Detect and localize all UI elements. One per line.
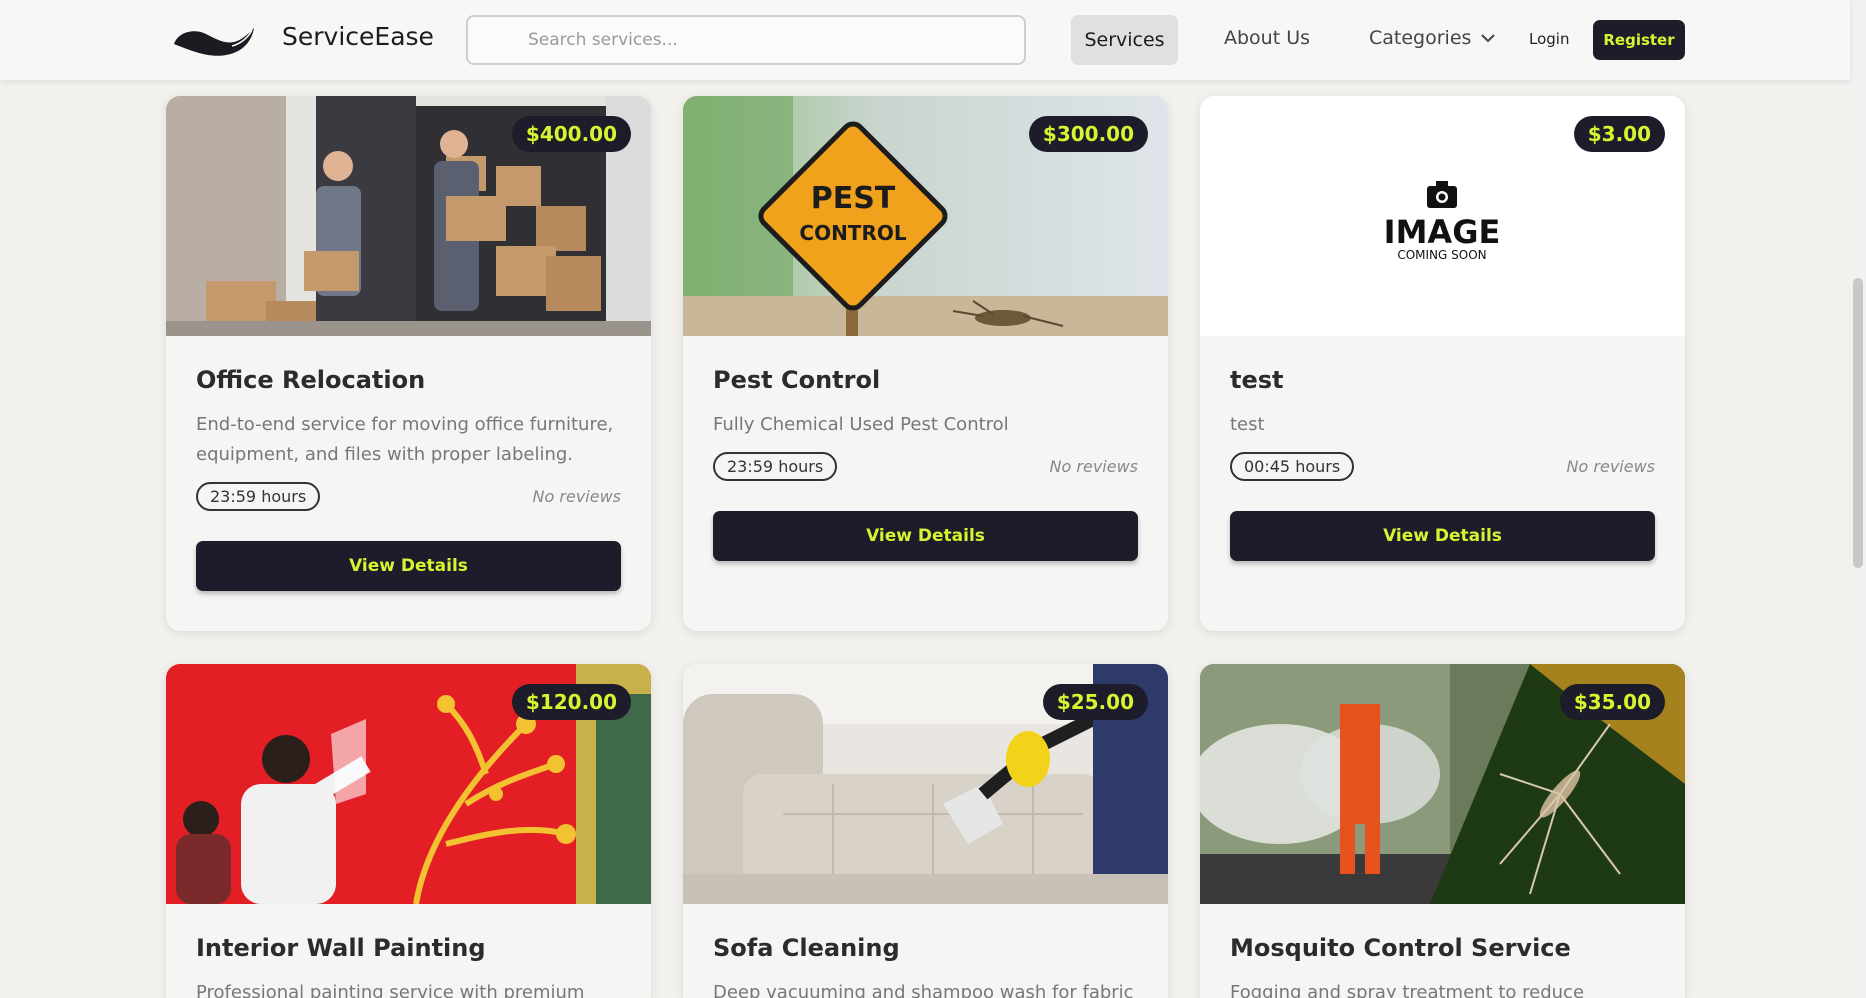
duration-badge: 00:45 hours [1230, 452, 1355, 481]
service-card: $25.00 Sofa Cleaning Deep vacuuming and … [683, 664, 1168, 998]
service-card: IMAGE COMING SOON $3.00 test test 00:45 … [1200, 96, 1685, 631]
sign-text-line1: PEST [811, 181, 896, 216]
card-title: test [1230, 366, 1284, 394]
register-button[interactable]: Register [1593, 20, 1685, 60]
logo-icon[interactable] [172, 22, 256, 58]
sign-text-line2: CONTROL [799, 221, 906, 245]
nav-categories-label: Categories [1369, 27, 1472, 49]
scrollbar-track[interactable] [1850, 0, 1866, 998]
service-card: $35.00 Mosquito Control Service Fogging … [1200, 664, 1685, 998]
view-details-button[interactable]: View Details [713, 511, 1138, 561]
scrollbar-thumb[interactable] [1853, 278, 1863, 568]
nav-about-us[interactable]: About Us [1224, 27, 1310, 49]
card-title: Sofa Cleaning [713, 934, 900, 962]
reviews-text: No reviews [1566, 457, 1655, 476]
card-image: PEST CONTROL $300.00 [683, 96, 1168, 336]
card-image: $400.00 [166, 96, 651, 336]
card-title: Interior Wall Painting [196, 934, 486, 962]
price-badge: $400.00 [511, 116, 631, 152]
card-description: Fully Chemical Used Pest Control [713, 414, 1009, 435]
card-image: $35.00 [1200, 664, 1685, 904]
nav-categories[interactable]: Categories [1369, 27, 1496, 49]
card-title: Mosquito Control Service [1230, 934, 1571, 962]
brand-name[interactable]: ServiceEase [282, 22, 434, 51]
price-badge: $35.00 [1559, 684, 1665, 720]
card-description: End-to-end service for moving office fur… [196, 414, 614, 465]
service-card: PEST CONTROL $300.00 Pest Control Fully … [683, 96, 1168, 631]
card-image: $120.00 [166, 664, 651, 904]
reviews-text: No reviews [532, 487, 621, 506]
card-title: Pest Control [713, 366, 881, 394]
price-badge: $300.00 [1028, 116, 1148, 152]
view-details-button[interactable]: View Details [196, 541, 621, 591]
card-description: Fogging and spray treatment to reduce [1230, 982, 1585, 998]
nav-services[interactable]: Services [1071, 15, 1178, 65]
service-card: $400.00 Office Relocation End-to-end ser… [166, 96, 651, 631]
placeholder-text-line1: IMAGE [1384, 213, 1501, 251]
login-link[interactable]: Login [1529, 30, 1569, 48]
reviews-text: No reviews [1049, 457, 1138, 476]
placeholder-text-line2: COMING SOON [1397, 248, 1486, 262]
search-input[interactable] [466, 15, 1026, 65]
site-header: ServiceEase Services About Us Categories… [0, 0, 1850, 80]
price-badge: $3.00 [1573, 116, 1665, 152]
card-title: Office Relocation [196, 366, 426, 394]
card-description: Deep vacuuming and shampoo wash for fabr… [713, 982, 1134, 998]
service-card: $120.00 Interior Wall Painting Professio… [166, 664, 651, 998]
card-description: Professional painting service with premi… [196, 982, 585, 998]
price-badge: $25.00 [1042, 684, 1148, 720]
duration-badge: 23:59 hours [196, 482, 321, 511]
view-details-button[interactable]: View Details [1230, 511, 1655, 561]
card-description: test [1230, 414, 1265, 435]
duration-badge: 23:59 hours [713, 452, 838, 481]
card-image: IMAGE COMING SOON $3.00 [1200, 96, 1685, 336]
chevron-down-icon [1481, 33, 1496, 42]
price-badge: $120.00 [511, 684, 631, 720]
card-image: $25.00 [683, 664, 1168, 904]
